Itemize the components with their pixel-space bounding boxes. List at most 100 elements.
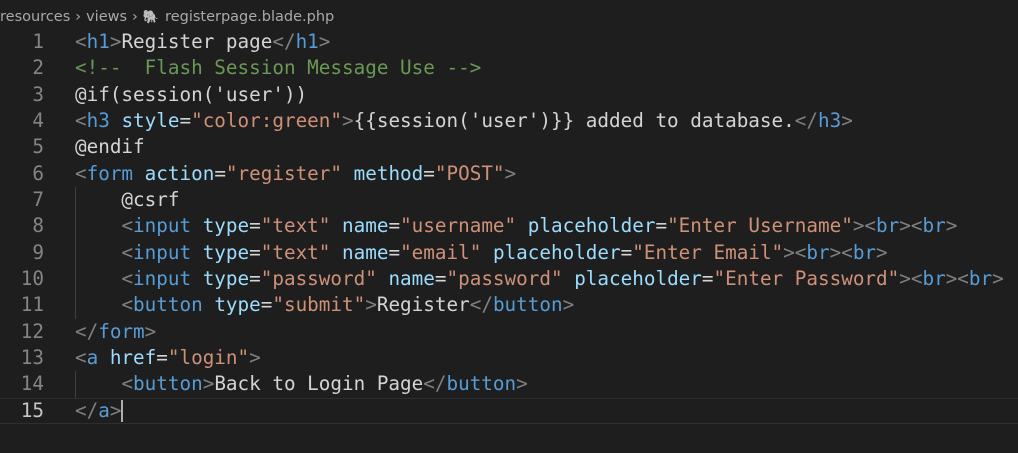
code-token: href: [109, 346, 157, 370]
code-token: br: [852, 240, 877, 264]
code-token: "text": [260, 214, 331, 238]
code-line[interactable]: 10 <input type="password" name="password…: [0, 266, 1018, 293]
code-line[interactable]: 12 </form>: [0, 319, 1018, 345]
code-token: <: [121, 293, 134, 317]
code-token: h1: [86, 30, 110, 53]
code-text: <input type="password" name="password" p…: [75, 266, 1003, 292]
line-number: 2: [32, 56, 44, 80]
code-token: >: [876, 240, 888, 264]
breadcrumb-item-resources[interactable]: resources: [0, 9, 70, 25]
code-token: >: [109, 30, 122, 53]
code-token: <: [75, 30, 87, 53]
code-token: >: [945, 214, 958, 238]
code-line[interactable]: 1 <h1>Register page</h1>: [0, 29, 1018, 55]
code-token: input: [133, 267, 192, 291]
code-text: </form>: [75, 319, 156, 345]
code-token: "Enter Password": [713, 267, 900, 291]
code-text: @if(session('user')): [75, 82, 307, 108]
line-number: 9: [32, 240, 44, 264]
code-token: =: [388, 214, 401, 238]
line-number: 11: [20, 293, 44, 317]
code-token: "email": [400, 240, 482, 264]
code-token: input: [133, 214, 192, 238]
code-line[interactable]: 7 @csrf: [0, 187, 1018, 214]
code-token: button: [133, 293, 203, 317]
code-line[interactable]: 4 <h3 style="color:green">{{session('user…: [0, 108, 1018, 134]
code-token: >: [516, 372, 528, 396]
code-token: "Enter Email": [632, 240, 784, 264]
code-token: @csrf: [75, 188, 180, 212]
code-token: </: [469, 293, 493, 317]
code-token: br: [968, 267, 993, 291]
code-token: action: [144, 161, 215, 185]
line-number: 6: [32, 161, 44, 185]
code-token: form: [98, 319, 145, 343]
code-token: >: [202, 372, 215, 396]
code-line[interactable]: 8 <input type="text" name="username" pla…: [0, 213, 1018, 240]
code-line[interactable]: 3 @if(session('user')): [0, 82, 1018, 108]
code-token: =: [260, 293, 273, 317]
code-text: <input type="text" name="username" place…: [75, 213, 957, 239]
code-line[interactable]: 14 <button>Back to Login Page</button>: [0, 371, 1018, 398]
breadcrumb-item-views[interactable]: views: [86, 9, 127, 25]
code-token: </: [75, 319, 99, 343]
code-token: "text": [260, 240, 331, 264]
code-line[interactable]: 11 <button type="submit">Register</butto…: [0, 292, 1018, 319]
code-token: ><: [899, 214, 923, 238]
line-number: 3: [32, 82, 44, 106]
code-token: input: [133, 240, 192, 264]
code-editor[interactable]: 1 <h1>Register page</h1> 2 <!-- Flash Sessi…: [0, 29, 1018, 424]
line-number: 7: [32, 188, 44, 212]
code-token: br: [922, 214, 946, 238]
code-text: <button type="submit">Register</button>: [75, 292, 574, 318]
text-cursor: [121, 400, 124, 423]
code-token: >: [144, 319, 157, 343]
code-token: name: [388, 267, 435, 291]
code-token: =: [156, 346, 168, 370]
code-token: "color:green": [191, 109, 343, 133]
chevron-right-icon: ›: [75, 9, 82, 25]
code-line[interactable]: 2 <!-- Flash Session Message Use -->: [0, 55, 1018, 81]
code-line[interactable]: 13 <a href="login">: [0, 345, 1018, 371]
php-elephant-icon: 🐘: [142, 9, 160, 25]
code-text: <a href="login">: [75, 345, 261, 371]
line-number: 5: [32, 135, 44, 159]
code-token: =: [434, 267, 447, 291]
code-text: </a>: [75, 398, 124, 424]
breadcrumb-item-file[interactable]: registerpage.blade.php: [165, 9, 334, 25]
code-line[interactable]: 9 <input type="text" name="email" placeh…: [0, 239, 1018, 267]
code-token: placeholder: [574, 267, 702, 291]
code-token: h1: [295, 30, 319, 53]
code-token: >: [562, 293, 575, 317]
code-token: type: [202, 267, 250, 291]
code-token: br: [876, 214, 900, 238]
code-token: <: [121, 267, 134, 291]
code-token: button: [446, 372, 517, 396]
code-token: ><: [945, 267, 969, 291]
code-token: placeholder: [527, 214, 656, 238]
line-number: 1: [32, 30, 44, 53]
code-line[interactable]: 6 <form action="register" method="POST">: [0, 161, 1018, 187]
line-number: 8: [32, 214, 44, 238]
code-token: @endif: [75, 135, 145, 159]
line-number: 12: [20, 319, 44, 343]
code-token: ><: [899, 267, 923, 291]
code-token: h3: [86, 109, 110, 133]
code-token: =: [214, 161, 226, 185]
code-line[interactable]: 5 @endif: [0, 134, 1018, 160]
code-token: type: [214, 293, 261, 317]
code-token: "POST": [434, 161, 505, 185]
code-text: @endif: [75, 134, 145, 160]
code-token: a: [98, 398, 110, 422]
code-token: "username": [400, 214, 517, 238]
code-token: "submit": [272, 293, 366, 317]
code-line[interactable]: 15 </a>: [0, 398, 1018, 424]
